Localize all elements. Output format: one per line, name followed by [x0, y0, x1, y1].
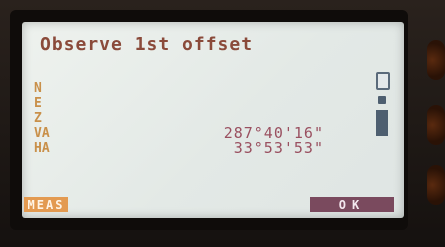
screen-title: Observe 1st offset [40, 34, 254, 55]
label-z: Z [34, 111, 42, 126]
ok-button[interactable]: OK [310, 197, 394, 212]
row-northing: N [34, 81, 324, 96]
side-key[interactable] [427, 165, 445, 205]
scroll-indicator [376, 72, 396, 147]
scroll-bar-icon [376, 110, 388, 136]
label-n: N [34, 81, 42, 96]
row-horizontal-angle: HA 33°53'53" [34, 139, 324, 157]
label-e: E [34, 96, 42, 111]
label-ha: HA [34, 141, 50, 156]
lcd-screen: Observe 1st offset N E Z VA 287°40'16" H… [22, 22, 404, 218]
label-va: VA [34, 126, 50, 141]
battery-icon [376, 72, 390, 90]
meas-button[interactable]: MEAS [24, 197, 68, 212]
page-marker-icon [378, 96, 386, 104]
side-key[interactable] [427, 40, 445, 80]
measurement-list: N E Z VA 287°40'16" HA 33°53'53" [34, 81, 324, 157]
instrument-body: Observe 1st offset N E Z VA 287°40'16" H… [0, 0, 445, 247]
value-ha: 33°53'53" [233, 139, 324, 157]
side-key[interactable] [427, 105, 445, 145]
row-easting: E [34, 96, 324, 111]
